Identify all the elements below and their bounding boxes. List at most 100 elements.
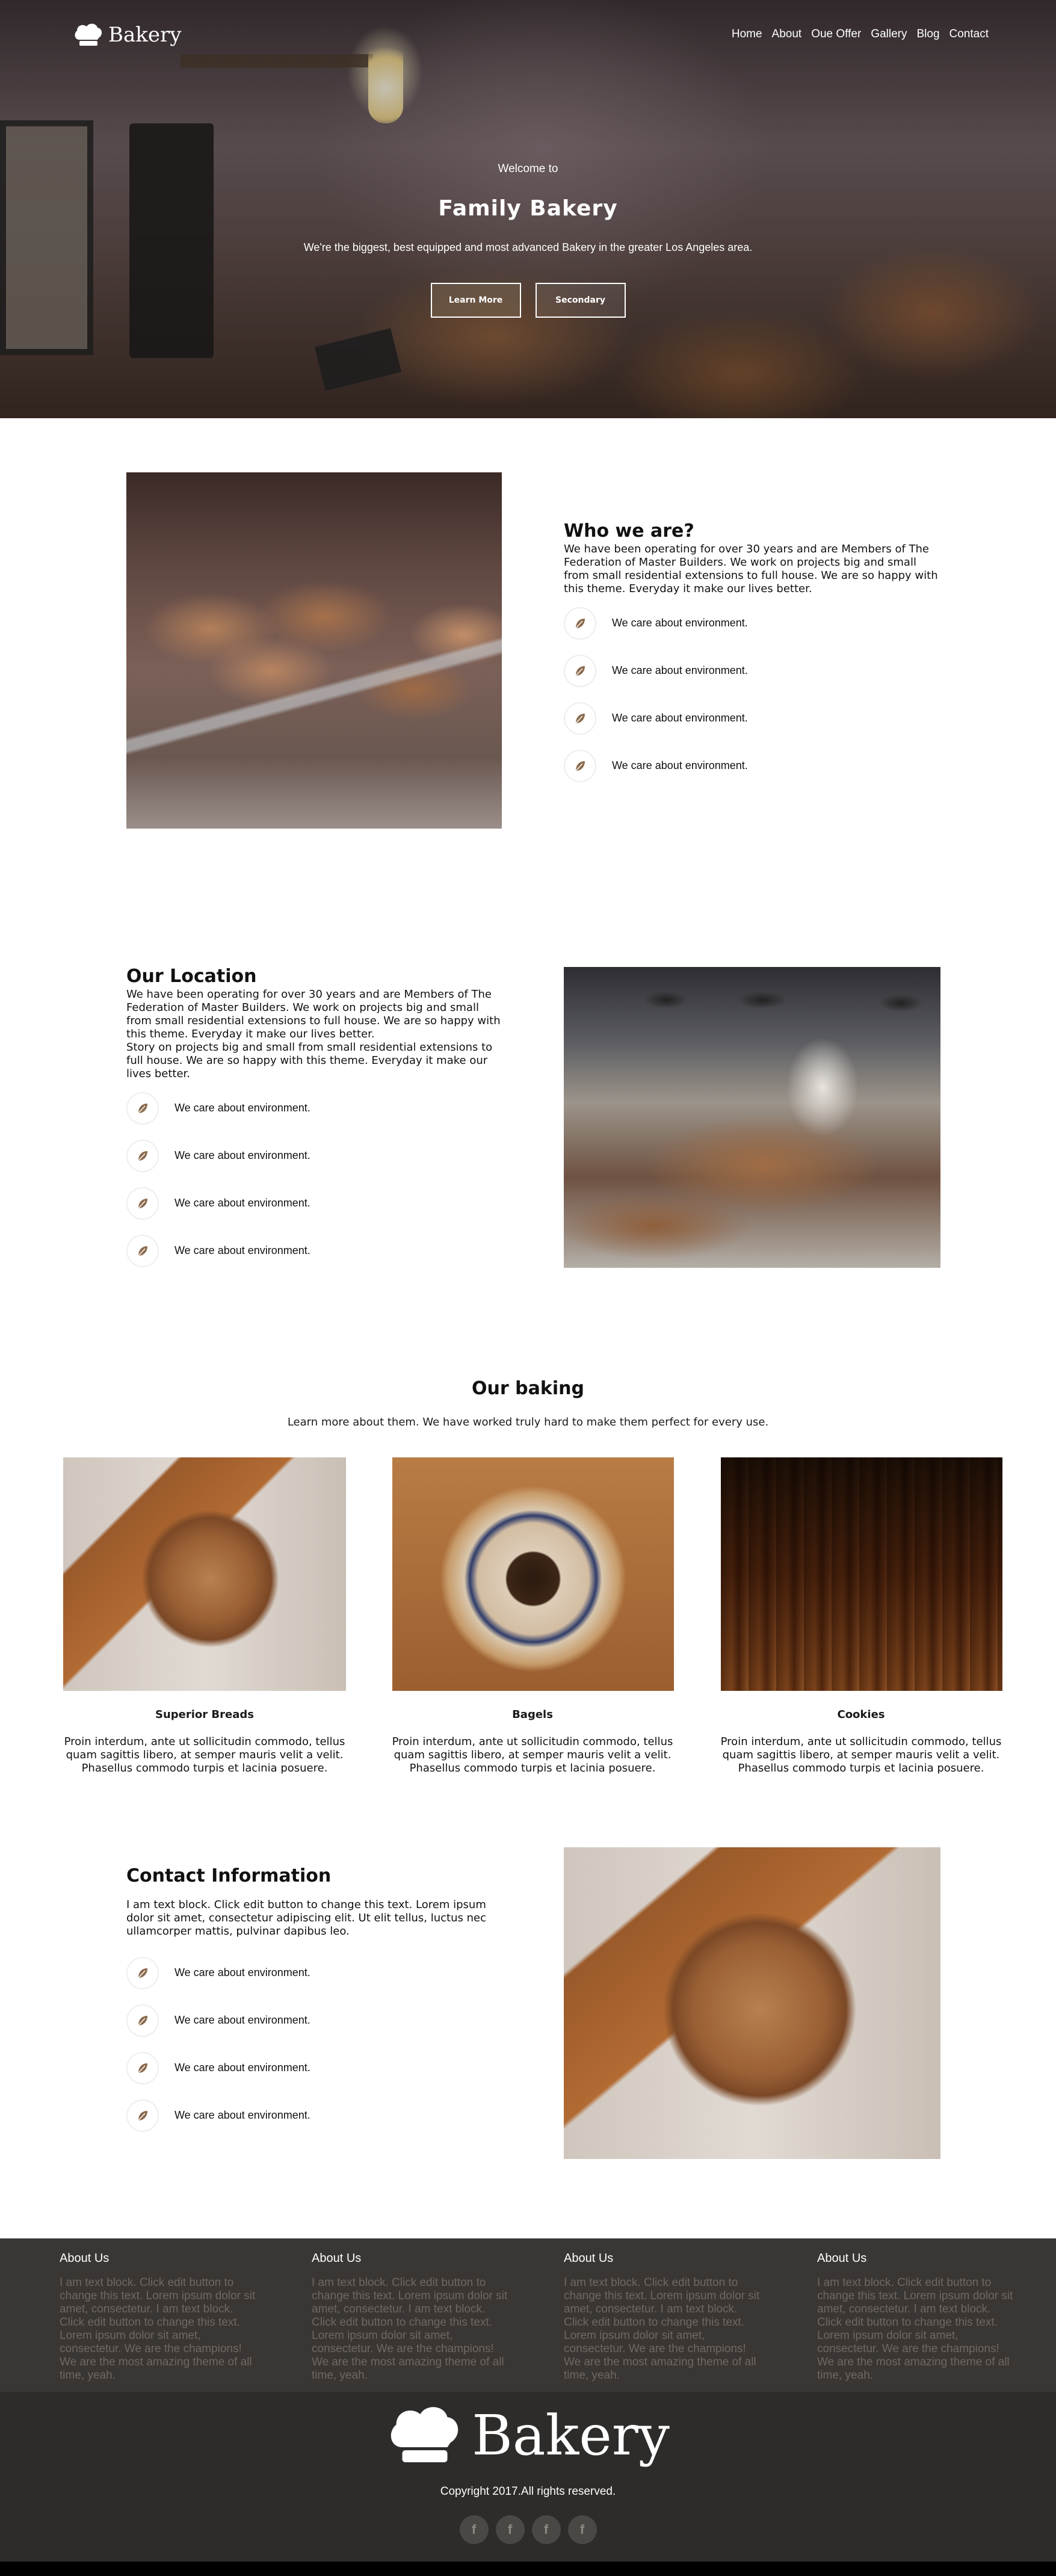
leaf-icon [126,2051,159,2084]
nav-menu: Home About Oue Offer Gallery Blog Contac… [732,28,989,41]
leaf-icon [564,749,596,782]
hero-title: Family Bakery [438,196,618,221]
baking-title: Our baking [472,1378,584,1399]
location-section: Our Location We have been operating for … [0,863,1056,1297]
nav-item-offer[interactable]: Oue Offer [811,28,861,41]
nav-item-about[interactable]: About [772,28,802,41]
card-title: Cookies [837,1708,885,1721]
contact-text-block: Contact Information I am text block. Cli… [126,1865,499,2139]
feature-item: We care about environment. [126,2092,499,2139]
chef-hat-icon [391,2407,459,2462]
chef-hat-icon [75,23,102,46]
feature-item: We care about environment. [126,1084,505,1132]
hero-welcome: Welcome to [498,162,558,175]
copyright-text: Copyright 2017.All rights reserved. [440,2485,616,2498]
secondary-button[interactable]: Secondary [535,283,626,318]
feature-text: We care about environment. [174,1197,310,1209]
feature-text: We care about environment. [612,759,748,771]
leaf-icon [126,1187,159,1220]
footer-logo[interactable]: Bakery [0,2402,1056,2468]
footer-column: About Us I am text block. Click edit but… [60,2252,258,2382]
feature-text: We care about environment. [174,2109,310,2121]
feature-item: We care about environment. [126,1132,505,1179]
feature-text: We care about environment. [174,2014,310,2026]
bread-board-photo [564,1847,940,2159]
page-bottom-strip [0,2562,1056,2576]
contact-text: I am text block. Click edit button to ch… [126,1898,486,1938]
footer-column-title: About Us [564,2252,614,2265]
feature-text: We care about environment. [174,1244,310,1256]
location-text-2: Story on projects big and small from sma… [126,1041,493,1080]
card-title: Superior Breads [155,1708,254,1721]
contact-feature-list: We care about environment. We care about… [126,1949,499,2139]
leaf-icon [126,1234,159,1267]
feature-item: We care about environment. [126,1949,499,1997]
location-text: We have been operating for over 30 years… [126,988,501,1040]
feature-text: We care about environment. [612,617,748,629]
feature-item: We care about environment. [126,1227,505,1274]
hero-section: Bakery Home About Oue Offer Gallery Blog… [0,0,1056,418]
about-section: Who we are? We have been operating for o… [0,418,1056,863]
location-title: Our Location [126,966,257,987]
bread-tray-photo [126,472,502,829]
feature-item: We care about environment. [564,647,943,694]
card-text: Proin interdum, ante ut sollicitudin com… [720,1735,1002,1774]
nav-item-gallery[interactable]: Gallery [871,28,907,41]
footer-brand-name: Bakery [472,2403,670,2468]
about-text-block: Who we are? We have been operating for o… [564,520,943,789]
feature-text: We care about environment. [174,1149,310,1161]
nav-item-home[interactable]: Home [732,28,762,41]
feature-item: We care about environment. [564,599,943,647]
footer-column-text: I am text block. Click edit button to ch… [60,2276,256,2382]
footer-column: About Us I am text block. Click edit but… [312,2252,510,2382]
feature-item: We care about environment. [564,694,943,742]
facebook-icon[interactable]: f [459,2515,489,2544]
top-navbar: Bakery Home About Oue Offer Gallery Blog… [0,0,1056,66]
bagels-photo [392,1457,674,1691]
leaf-icon [564,607,596,640]
location-feature-list: We care about environment. We care about… [126,1084,505,1274]
breads-photo [63,1457,346,1691]
leaf-icon [126,1092,159,1125]
facebook-icon[interactable]: f [531,2515,561,2544]
footer-column-text: I am text block. Click edit button to ch… [312,2276,508,2382]
footer-column-title: About Us [312,2252,362,2265]
hero-buttons: Learn More Secondary [0,283,1056,318]
feature-text: We care about environment. [174,1966,310,1978]
feature-item: We care about environment. [126,1179,505,1227]
facebook-icon[interactable]: f [567,2515,597,2544]
about-text: We have been operating for over 30 years… [564,543,938,595]
feature-item: We care about environment. [564,742,943,789]
footer-column-title: About Us [817,2252,867,2265]
leaf-icon [126,2099,159,2132]
footer-column: About Us I am text block. Click edit but… [817,2252,1016,2382]
feature-text: We care about environment. [612,712,748,724]
contact-section: Contact Information I am text block. Cli… [0,1808,1056,2238]
baking-section: Our baking Learn more about them. We hav… [0,1297,1056,1808]
brand-name: Bakery [108,23,182,47]
footer-column-text: I am text block. Click edit button to ch… [564,2276,760,2382]
bakery-counter-photo [564,967,940,1268]
leaf-icon [564,702,596,735]
location-text-block: Our Location We have been operating for … [126,966,505,1274]
social-links: f f f f [0,2515,1056,2544]
contact-title: Contact Information [126,1865,332,1886]
leaf-icon [126,1139,159,1172]
nav-item-blog[interactable]: Blog [916,28,939,41]
hero-subtitle: We're the biggest, best equipped and mos… [303,241,753,253]
baking-subtitle: Learn more about them. We have worked tr… [287,1416,769,1429]
feature-text: We care about environment. [174,2062,310,2074]
facebook-icon[interactable]: f [495,2515,525,2544]
footer-column-title: About Us [60,2252,110,2265]
brand-logo[interactable]: Bakery [73,22,181,48]
learn-more-button[interactable]: Learn More [430,283,521,318]
feature-item: We care about environment. [126,1997,499,2044]
about-feature-list: We care about environment. We care about… [564,599,943,789]
about-title: Who we are? [564,520,694,542]
feature-text: We care about environment. [174,1102,310,1114]
cookies-photo [721,1457,1002,1691]
nav-item-contact[interactable]: Contact [949,28,989,41]
card-text: Proin interdum, ante ut sollicitudin com… [392,1735,673,1774]
card-text: Proin interdum, ante ut sollicitudin com… [64,1735,345,1774]
feature-text: We care about environment. [612,664,748,676]
